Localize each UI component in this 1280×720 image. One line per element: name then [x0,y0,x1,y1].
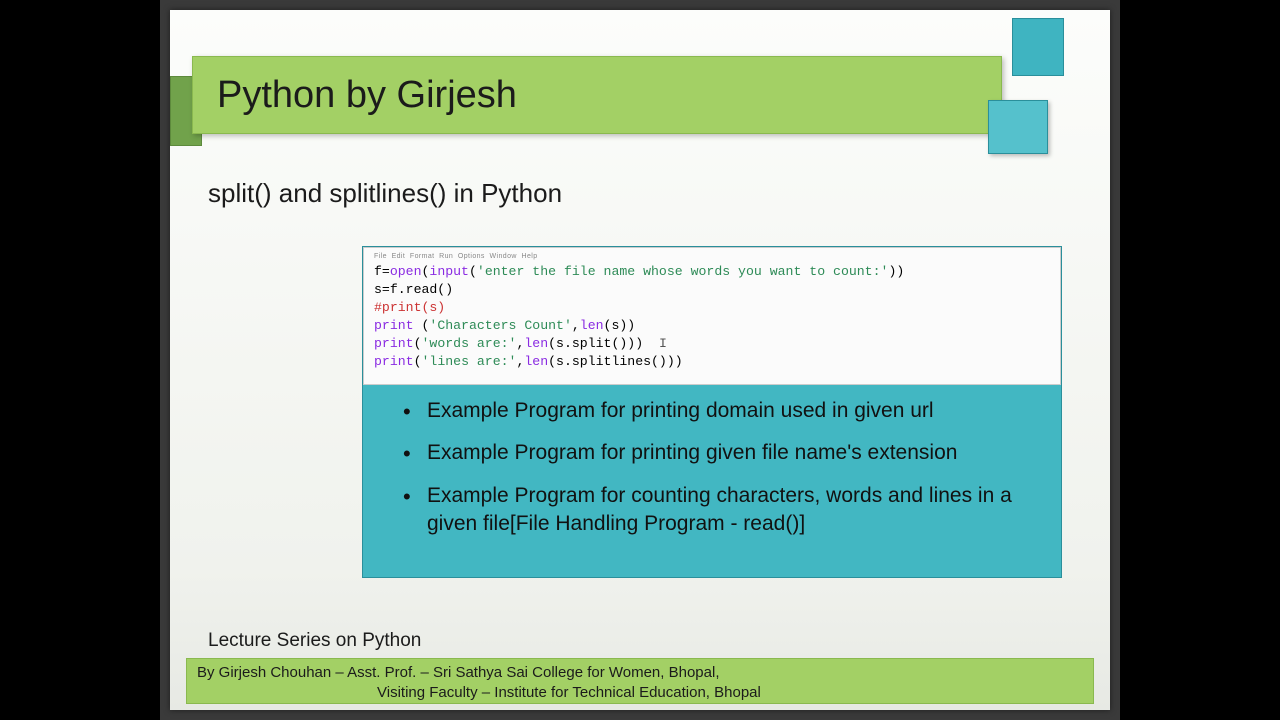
accent-square-front-icon [988,100,1048,154]
series-label: Lecture Series on Python [208,630,421,652]
text-cursor-icon: I [659,336,667,351]
slide-title: Python by Girjesh [217,74,517,117]
slide-footer: By Girjesh Chouhan – Asst. Prof. – Sri S… [186,658,1094,704]
editor-menubar: File Edit Format Run Options Window Help [374,252,1050,261]
list-item: Example Program for counting characters,… [403,482,1041,539]
slide: Python by Girjesh split() and splitlines… [170,10,1110,710]
accent-square-back-icon [1012,18,1064,76]
content-block: File Edit Format Run Options Window Help… [362,246,1062,578]
slide-subtitle: split() and splitlines() in Python [208,178,562,209]
bullet-list: Example Program for printing domain used… [403,397,1041,552]
code-snippet: File Edit Format Run Options Window Help… [363,247,1061,385]
list-item: Example Program for printing domain used… [403,397,1041,425]
presentation-stage: Python by Girjesh split() and splitlines… [160,0,1120,720]
footer-line-1: By Girjesh Chouhan – Asst. Prof. – Sri S… [197,664,720,681]
title-bar: Python by Girjesh [192,56,1002,134]
footer-line-2: Visiting Faculty – Institute for Technic… [197,683,1083,703]
list-item: Example Program for printing given file … [403,439,1041,467]
